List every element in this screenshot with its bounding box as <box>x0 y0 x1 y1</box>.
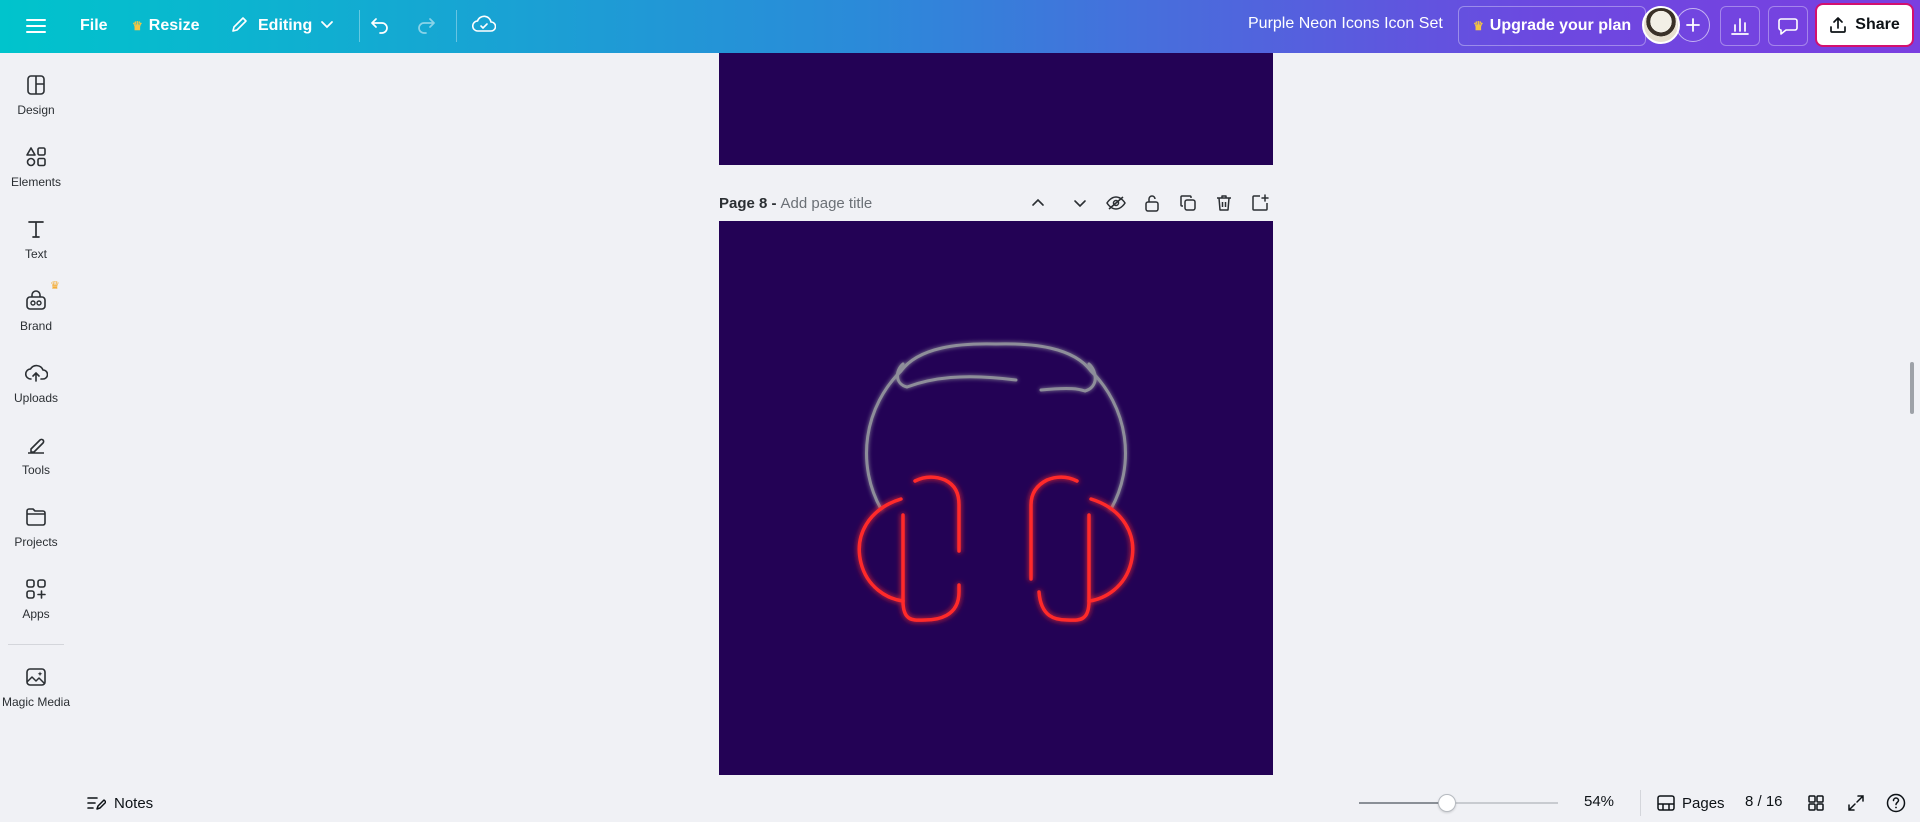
notes-button[interactable]: Notes <box>86 784 153 822</box>
divider <box>1640 790 1641 816</box>
crown-icon: ♛ <box>1473 19 1484 33</box>
crown-icon: ♛ <box>132 19 143 33</box>
sidebar-item-label: Text <box>24 247 47 261</box>
insights-button[interactable] <box>1720 6 1760 46</box>
sidebar-item-tools[interactable]: Tools <box>0 423 72 487</box>
elements-icon <box>26 147 46 167</box>
help-icon[interactable] <box>1883 790 1909 816</box>
lock-icon[interactable] <box>1139 190 1165 216</box>
cloud-save-icon[interactable] <box>466 6 502 42</box>
brand-icon <box>26 290 46 310</box>
upload-share-icon <box>1830 17 1847 33</box>
add-collaborator-button[interactable] <box>1676 8 1710 42</box>
magic-media-icon <box>26 668 46 686</box>
upgrade-plan-button[interactable]: ♛ Upgrade your plan <box>1458 6 1647 46</box>
left-sidebar: Design Elements Text ♛ Brand Uploads Too… <box>0 53 72 822</box>
pages-label: Pages <box>1682 794 1725 812</box>
headband-shape <box>865 342 1127 511</box>
hide-page-icon[interactable] <box>1103 190 1129 216</box>
page-canvas[interactable] <box>719 221 1273 775</box>
chevron-up-icon[interactable] <box>1025 190 1051 216</box>
sidebar-item-brand[interactable]: Brand <box>0 279 72 343</box>
zoom-slider-fill <box>1359 802 1447 804</box>
grid-view-icon[interactable] <box>1803 790 1829 816</box>
top-bar: File ♛ Resize Editing Purple Neon Icons … <box>0 0 1920 53</box>
divider <box>8 644 64 645</box>
resize-label: Resize <box>148 17 200 34</box>
page-counter[interactable]: 8 / 16 <box>1745 793 1783 810</box>
editing-mode-button[interactable]: Editing <box>220 8 344 44</box>
document-title[interactable]: Purple Neon Icons Icon Set <box>1248 15 1443 33</box>
chevron-down-icon <box>320 17 334 36</box>
file-menu-button[interactable]: File <box>70 8 118 44</box>
bottom-bar: Notes 54% Pages 8 / 16 <box>72 784 1920 822</box>
share-label: Share <box>1855 16 1900 33</box>
sidebar-item-label: Projects <box>14 535 58 549</box>
comment-icon <box>1778 18 1798 35</box>
apps-icon <box>26 579 46 599</box>
page-title-input[interactable]: Add page title <box>781 195 873 212</box>
menu-icon[interactable] <box>18 8 54 44</box>
zoom-slider-handle[interactable] <box>1438 794 1456 812</box>
zoom-level[interactable]: 54% <box>1584 793 1614 810</box>
pages-icon <box>1657 795 1675 811</box>
previous-page-canvas[interactable] <box>719 53 1273 165</box>
zoom-slider[interactable] <box>1359 794 1558 812</box>
folder-icon <box>26 508 46 526</box>
sidebar-item-label: Tools <box>21 463 50 477</box>
page-label: Page 8 - <box>719 194 777 212</box>
page-header: Page 8 - Add page title <box>719 190 1273 216</box>
divider <box>456 10 457 42</box>
tools-icon <box>28 438 45 454</box>
sidebar-item-magic-media[interactable]: Magic Media <box>0 655 72 719</box>
avatar[interactable] <box>1642 6 1680 44</box>
upgrade-label: Upgrade your plan <box>1489 17 1632 34</box>
divider <box>359 10 360 42</box>
sidebar-item-apps[interactable]: Apps <box>0 567 72 631</box>
undo-icon[interactable] <box>362 6 398 42</box>
sidebar-item-label: Magic Media <box>1 695 71 709</box>
sidebar-item-uploads[interactable]: Uploads <box>0 351 72 415</box>
design-icon <box>27 75 45 95</box>
sidebar-item-label: Brand <box>19 319 53 333</box>
comments-button[interactable] <box>1768 6 1808 46</box>
notes-icon <box>87 797 106 810</box>
pencil-icon <box>230 14 250 39</box>
resize-button[interactable]: ♛ Resize <box>122 8 209 44</box>
text-icon <box>28 221 44 238</box>
neon-headphones-artwork[interactable] <box>719 221 1273 775</box>
sidebar-item-label: Apps <box>22 607 50 621</box>
sidebar-item-projects[interactable]: Projects <box>0 495 72 559</box>
redo-icon[interactable] <box>408 6 444 42</box>
trash-icon[interactable] <box>1211 190 1237 216</box>
file-label: File <box>80 17 108 34</box>
bar-chart-icon <box>1731 18 1749 35</box>
sidebar-item-text[interactable]: Text <box>0 207 72 271</box>
chevron-down-icon[interactable] <box>1067 190 1093 216</box>
vertical-scrollbar[interactable] <box>1910 362 1914 414</box>
duplicate-icon[interactable] <box>1175 190 1201 216</box>
sidebar-item-design[interactable]: Design <box>0 63 72 127</box>
pages-button[interactable]: Pages <box>1656 788 1725 818</box>
add-page-icon[interactable] <box>1247 190 1273 216</box>
page-actions <box>1025 190 1273 216</box>
fullscreen-icon[interactable] <box>1843 790 1869 816</box>
sidebar-item-elements[interactable]: Elements <box>0 135 72 199</box>
sidebar-item-label: Elements <box>10 175 62 189</box>
plus-icon <box>1686 18 1700 32</box>
share-button[interactable]: Share <box>1817 5 1912 45</box>
uploads-icon <box>24 364 48 382</box>
ear-cups-shape <box>857 475 1135 622</box>
sidebar-item-label: Uploads <box>13 391 59 405</box>
notes-label: Notes <box>114 794 154 812</box>
sidebar-item-label: Design <box>17 103 55 117</box>
editing-label: Editing <box>258 17 313 34</box>
